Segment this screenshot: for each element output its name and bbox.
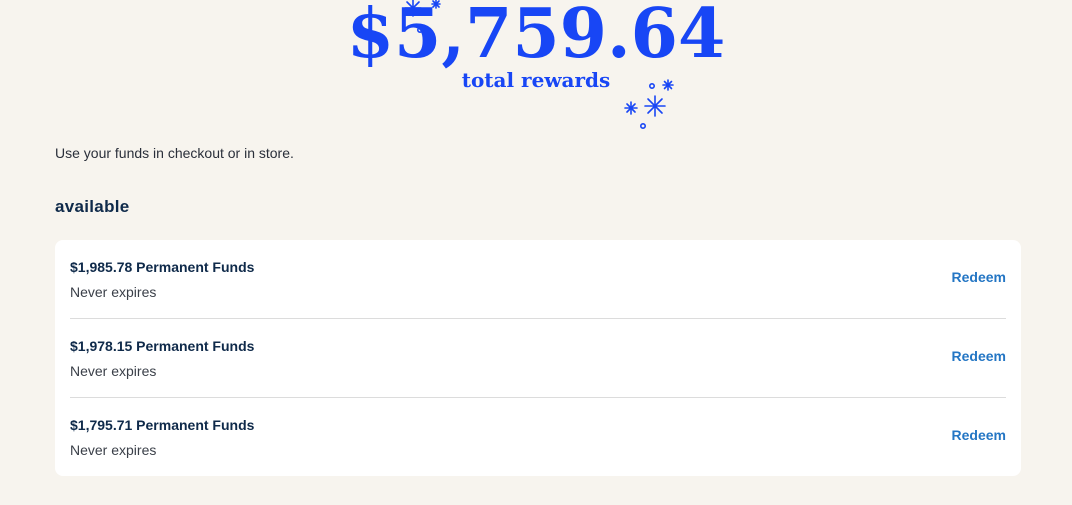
funds-instructions: Use your funds in checkout or in store.: [55, 145, 294, 161]
redeem-button[interactable]: Redeem: [952, 268, 1006, 286]
redeem-button[interactable]: Redeem: [952, 426, 1006, 444]
fund-row: $1,795.71 Permanent Funds Never expires …: [70, 398, 1006, 476]
fund-expiry: Never expires: [70, 363, 157, 379]
sparkle-icon: [624, 101, 638, 115]
rewards-hero: $5,759.64 total rewards: [0, 0, 1072, 140]
fund-title: $1,978.15 Permanent Funds: [70, 338, 255, 354]
fund-expiry: Never expires: [70, 442, 157, 458]
available-funds-card: $1,985.78 Permanent Funds Never expires …: [55, 240, 1021, 476]
fund-title: $1,795.71 Permanent Funds: [70, 417, 255, 433]
available-section-title: available: [55, 197, 130, 216]
sparkle-dot-icon: [648, 83, 655, 90]
fund-row: $1,985.78 Permanent Funds Never expires …: [70, 240, 1006, 318]
fund-expiry: Never expires: [70, 284, 157, 300]
fund-row: $1,978.15 Permanent Funds Never expires …: [70, 319, 1006, 397]
sparkle-dot-icon: [639, 123, 646, 130]
sparkle-icon: [404, 0, 422, 17]
sparkle-icon: [644, 95, 666, 117]
sparkle-icon: [431, 0, 441, 9]
sparkle-decoration: [404, 0, 674, 130]
fund-title: $1,985.78 Permanent Funds: [70, 259, 255, 275]
redeem-button[interactable]: Redeem: [952, 347, 1006, 365]
sparkle-icon: [662, 79, 674, 91]
sparkle-dot-icon: [416, 26, 423, 33]
